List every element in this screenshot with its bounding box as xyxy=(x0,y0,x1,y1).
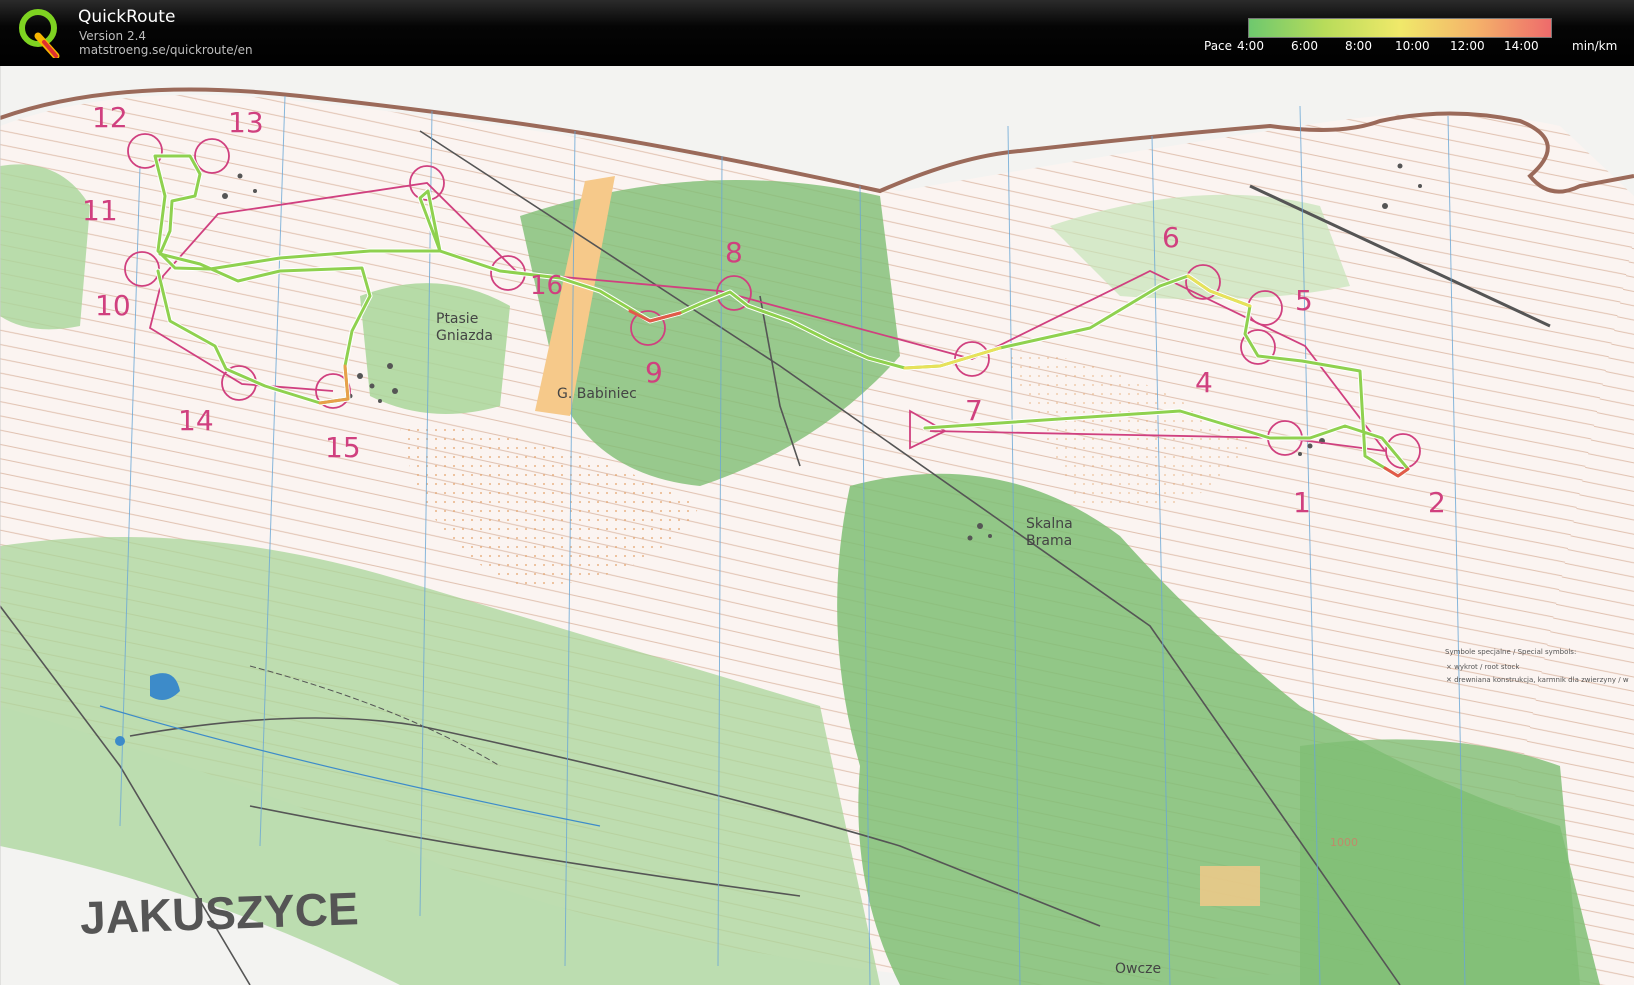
control-number: 12 xyxy=(92,101,128,134)
app-title: QuickRoute xyxy=(78,7,176,27)
place-name: Gniazda xyxy=(436,328,494,344)
place-name: Brama xyxy=(1026,533,1073,549)
control-number: 11 xyxy=(82,194,118,227)
legend-item-text: drewniana konstrukcja, karmnik dla zwier… xyxy=(1454,676,1629,684)
control-number: 6 xyxy=(1162,221,1180,254)
app-header: QuickRoute Version 2.4 matstroeng.se/qui… xyxy=(0,0,1634,66)
control-number-partial: 16 xyxy=(530,271,564,301)
pace-tick: 14:00 xyxy=(1504,39,1539,53)
pace-unit: min/km xyxy=(1572,39,1618,53)
control-number: 5 xyxy=(1295,284,1313,317)
control-number: 13 xyxy=(228,106,264,139)
control-number: 7 xyxy=(965,394,983,427)
place-name: Ptasie xyxy=(436,311,479,327)
legend-title: Symbole specjalne / Special symbols: xyxy=(1445,648,1577,656)
app-url-link[interactable]: matstroeng.se/quickroute/en xyxy=(79,43,253,57)
pace-tick: 10:00 xyxy=(1395,39,1430,53)
pace-label: Pace xyxy=(1204,39,1233,53)
pace-tick: 4:00 xyxy=(1237,39,1264,53)
map-title: JAKUSZYCE xyxy=(79,882,360,944)
forest-area xyxy=(1300,739,1580,985)
orienteering-map[interactable]: 1 2 4 5 6 7 8 9 10 11 12 13 14 15 16 Pta… xyxy=(0,66,1634,985)
quickroute-logo-icon xyxy=(19,9,60,58)
control-number: 8 xyxy=(725,236,743,269)
forest-area xyxy=(0,164,90,330)
control-number: 15 xyxy=(325,431,361,464)
control-number: 14 xyxy=(178,404,214,437)
pace-tick: 6:00 xyxy=(1291,39,1318,53)
pace-color-scale xyxy=(1248,18,1552,38)
control-number: 9 xyxy=(645,356,663,389)
spot-height: 1000 xyxy=(1330,836,1358,849)
control-number: 2 xyxy=(1428,486,1446,519)
control-number: 10 xyxy=(95,289,131,322)
control-number: 1 xyxy=(1293,486,1311,519)
legend-item: × wykrot / root stock xyxy=(1446,663,1520,671)
pace-tick: 12:00 xyxy=(1450,39,1485,53)
control-number: 4 xyxy=(1195,366,1213,399)
place-name: Owcze xyxy=(1115,961,1162,977)
app-version: Version 2.4 xyxy=(79,29,147,43)
map-canvas xyxy=(0,66,1634,985)
pace-tick: 8:00 xyxy=(1345,39,1372,53)
legend-item-text: wykrot / root stock xyxy=(1454,663,1520,671)
place-name: G. Babiniec xyxy=(557,386,637,402)
forest-area xyxy=(360,283,510,414)
legend-item: ✕ drewniana konstrukcja, karmnik dla zwi… xyxy=(1446,676,1629,684)
place-name: Skalna xyxy=(1026,516,1073,532)
